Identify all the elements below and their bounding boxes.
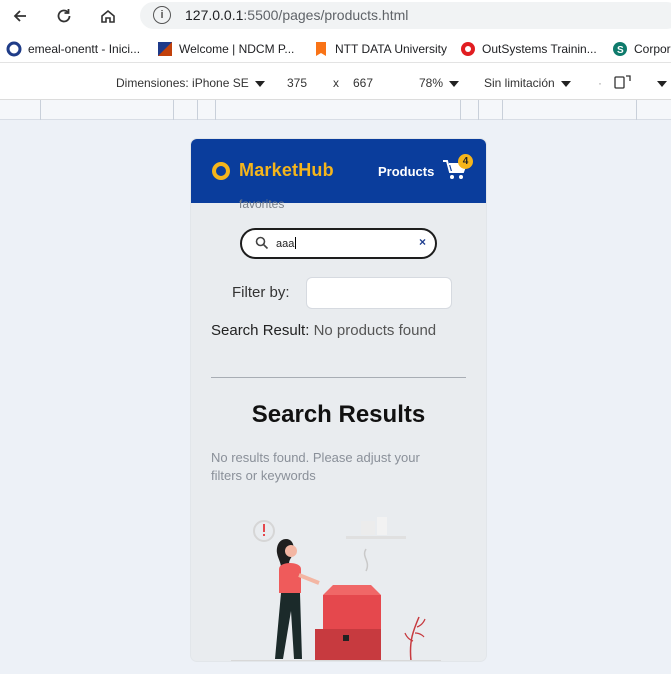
dimension-separator: x (333, 76, 339, 90)
bookmark-flag-icon (313, 41, 329, 57)
throttle-select[interactable]: Sin limitación (484, 76, 571, 90)
device-toolbar: Dimensiones: iPhone SE 375 x 667 78% Sin… (0, 64, 671, 100)
result-key: Search Result: (211, 322, 310, 339)
result-value: No products found (313, 322, 437, 339)
width-field[interactable]: 375 (287, 76, 307, 90)
chevron-down-icon (560, 80, 571, 87)
back-icon[interactable] (8, 4, 32, 28)
bookmark-corpor[interactable]: S Corpor (612, 40, 671, 58)
bookmark-outsystems-icon (460, 41, 476, 57)
divider (211, 377, 466, 378)
brand-name[interactable]: MarketHub (239, 160, 334, 181)
filter-label: Filter by: (232, 284, 290, 301)
nav-products-link[interactable]: Products (378, 164, 434, 179)
search-value: aaa (276, 237, 297, 250)
bookmark-circle-icon (6, 41, 22, 57)
site-info-icon[interactable]: i (153, 6, 171, 24)
ruler-tick (460, 100, 461, 120)
bookmark-sharepoint-icon: S (612, 41, 628, 57)
ruler-tick (40, 100, 41, 120)
search-result-status: Search Result: No products found (211, 322, 466, 340)
bookmark-ndcm-icon (157, 41, 173, 57)
no-results-message: No results found. Please adjust your fil… (211, 450, 420, 483)
ruler-tick (636, 100, 637, 120)
bookmark-label: Corpor (634, 42, 671, 56)
ruler-tick (502, 100, 503, 120)
search-icon (255, 236, 269, 250)
ruler-tick (215, 100, 216, 120)
bookmarks-bar: emeal-onentt - Inici... Welcome | NDCM P… (0, 33, 671, 63)
browser-toolbar: i 127.0.0.1:5500/pages/products.html (0, 0, 671, 33)
ruler-tick (173, 100, 174, 120)
height-field[interactable]: 667 (353, 76, 373, 90)
bookmark-emeal[interactable]: emeal-onentt - Inici... (6, 40, 140, 58)
bookmark-label: emeal-onentt - Inici... (28, 42, 141, 56)
device-select[interactable]: Dimensiones: iPhone SE (116, 76, 265, 90)
reload-icon[interactable] (52, 4, 76, 28)
rotate-icon[interactable] (613, 73, 633, 92)
bookmark-label: OutSystems Trainin... (482, 42, 597, 56)
favorites-link[interactable]: favorites (239, 197, 284, 211)
results-title: Search Results (251, 401, 426, 428)
empty-state-illustration (231, 517, 441, 661)
svg-text:S: S (617, 45, 624, 56)
filter-input[interactable] (306, 277, 452, 309)
ruler-tick (197, 100, 198, 120)
logo-icon (212, 162, 230, 180)
more-options[interactable] (651, 76, 667, 90)
bookmark-ntt[interactable]: NTT DATA University (313, 40, 447, 58)
app-page: MarketHub Products 4 favorites aaa × Fil… (191, 139, 486, 661)
bookmark-outsystems[interactable]: OutSystems Trainin... (460, 40, 597, 58)
bookmark-ndcm[interactable]: Welcome | NDCM P... (157, 40, 294, 58)
cart-count-badge: 4 (458, 154, 473, 169)
clear-search-icon[interactable]: × (419, 235, 426, 249)
separator-dot: · (598, 76, 602, 90)
app-header: MarketHub Products 4 (191, 139, 486, 203)
home-icon[interactable] (96, 4, 120, 28)
search-input[interactable]: aaa × (240, 228, 437, 259)
zoom-select[interactable]: 78% (419, 76, 460, 90)
chevron-down-icon (449, 80, 460, 87)
media-query-ruler (0, 100, 671, 120)
bookmark-label: Welcome | NDCM P... (179, 42, 295, 56)
url-text[interactable]: 127.0.0.1:5500/pages/products.html (185, 7, 408, 23)
ruler-tick (478, 100, 479, 120)
chevron-down-icon (657, 80, 667, 87)
chevron-down-icon (254, 80, 265, 87)
bookmark-label: NTT DATA University (335, 42, 448, 56)
